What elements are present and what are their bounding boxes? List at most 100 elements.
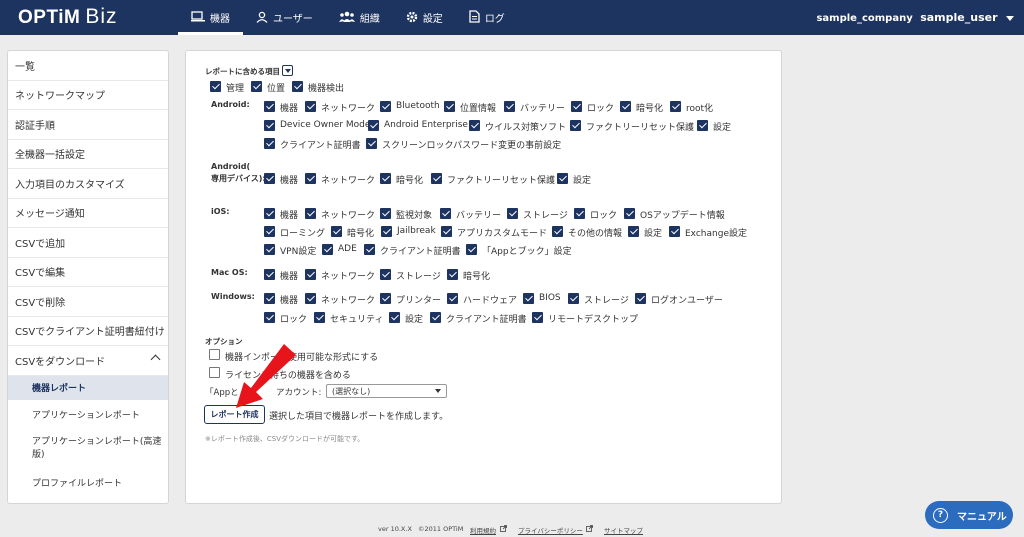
- sidebar-item-message-notify[interactable]: メッセージ通知: [8, 199, 168, 228]
- checkbox-android-network[interactable]: [305, 101, 316, 112]
- section-toggle-dropdown[interactable]: [282, 65, 293, 76]
- nav-settings[interactable]: 設定: [393, 0, 456, 35]
- checkbox-win-storage[interactable]: [568, 293, 579, 304]
- checkbox-ios-network[interactable]: [305, 208, 316, 219]
- label: ファクトリーリセット保護: [586, 123, 695, 133]
- checkbox-ios-apps-books[interactable]: [466, 244, 477, 255]
- checkbox-mac-storage[interactable]: [380, 269, 391, 280]
- checkbox-android-frp[interactable]: [570, 120, 581, 131]
- checkbox-android-location[interactable]: [444, 101, 455, 112]
- label: 監視対象: [396, 211, 433, 221]
- user-menu[interactable]: sample_company sample_user: [816, 11, 1014, 24]
- checkbox-location[interactable]: [251, 81, 262, 92]
- checkbox-android-client-cert[interactable]: [264, 138, 275, 149]
- checkbox-ios-device[interactable]: [264, 208, 275, 219]
- checkbox-ios-battery[interactable]: [440, 208, 451, 219]
- checkbox-android-root[interactable]: [670, 101, 681, 112]
- manual-help-button[interactable]: ? マニュアル: [925, 501, 1013, 529]
- label: root化: [686, 104, 714, 114]
- nav-users[interactable]: ユーザー: [243, 0, 326, 35]
- checkbox-android-device[interactable]: [264, 101, 275, 112]
- sidebar-item-csv-client-cert[interactable]: CSVでクライアント証明書紐付け: [8, 317, 168, 346]
- checkbox-mac-encryption[interactable]: [447, 269, 458, 280]
- checkbox-win-lock[interactable]: [264, 312, 275, 323]
- sidebar-subitem-profile-report[interactable]: プロファイルレポート: [8, 468, 168, 498]
- footer-terms-link[interactable]: 利用規約: [470, 525, 496, 535]
- sidebar-subitem-app-report[interactable]: アプリケーションレポート: [8, 400, 168, 430]
- sidebar-item-customize-fields[interactable]: 入力項目のカスタマイズ: [8, 169, 168, 199]
- checkbox-device-detection[interactable]: [292, 81, 303, 92]
- checkbox-ios-os-update[interactable]: [624, 208, 635, 219]
- label: 機器: [280, 211, 299, 221]
- checkbox-android-bluetooth[interactable]: [380, 101, 391, 112]
- nav-log[interactable]: ログ: [456, 0, 518, 35]
- checkbox-ios-storage[interactable]: [507, 208, 518, 219]
- checkbox-android-encryption[interactable]: [620, 101, 631, 112]
- checkbox-ios-vpn[interactable]: [264, 244, 275, 255]
- checkbox-ios-lock[interactable]: [574, 208, 585, 219]
- checkbox-ios-client-cert[interactable]: [364, 244, 375, 255]
- checkbox-dedicated-device[interactable]: [264, 173, 275, 184]
- checkbox-android-antivirus[interactable]: [469, 120, 480, 131]
- sidebar-item-csv-add[interactable]: CSVで追加: [8, 228, 168, 258]
- checkbox-win-security[interactable]: [314, 312, 325, 323]
- sidebar-subitem-device-report[interactable]: 機器レポート: [8, 375, 168, 400]
- checkbox-include-license-waiting[interactable]: [209, 367, 220, 378]
- checkbox-ios-app-custom-mode[interactable]: [441, 226, 452, 237]
- sidebar-item-list[interactable]: 一覧: [8, 51, 168, 81]
- checkbox-ios-other-info[interactable]: [552, 226, 563, 237]
- sidebar-item-csv-edit[interactable]: CSVで編集: [8, 258, 168, 287]
- label: ウイルス対策ソフト: [485, 123, 567, 133]
- account-select[interactable]: (選択なし): [326, 384, 447, 398]
- checkbox-android-lock[interactable]: [571, 101, 582, 112]
- checkbox-android-enterprise[interactable]: [368, 120, 379, 131]
- checkbox-ios-supervised[interactable]: [380, 208, 391, 219]
- checkbox-win-device[interactable]: [264, 293, 275, 304]
- sidebar-item-bulk-settings[interactable]: 全機器一括設定: [8, 140, 168, 169]
- checkbox-mac-network[interactable]: [305, 269, 316, 280]
- footer-privacy-link[interactable]: プライバシーポリシー: [518, 525, 583, 535]
- checkbox-android-settings[interactable]: [697, 120, 708, 131]
- checkbox-dedicated-network[interactable]: [305, 173, 316, 184]
- logo[interactable]: OPTiM Biz: [18, 5, 118, 29]
- checkbox-win-settings[interactable]: [389, 312, 400, 323]
- caret-down-icon: [435, 389, 441, 393]
- checkbox-win-logon-user[interactable]: [635, 293, 646, 304]
- sidebar-item-network-map[interactable]: ネットワークマップ: [8, 81, 168, 110]
- sidebar-subitem-app-report-fast[interactable]: アプリケーションレポート(高速版): [8, 430, 168, 468]
- checkbox-ios-encryption[interactable]: [331, 226, 342, 237]
- nav-organization[interactable]: 組織: [326, 0, 393, 35]
- checkbox-win-network[interactable]: [305, 293, 316, 304]
- checkbox-ios-exchange[interactable]: [669, 226, 680, 237]
- checkbox-ios-ade[interactable]: [322, 244, 333, 255]
- user-name: sample_user: [920, 11, 998, 24]
- sidebar-item-csv-download[interactable]: CSVをダウンロード: [8, 346, 168, 376]
- caret-down-icon: [1006, 15, 1014, 21]
- checkbox-win-bios[interactable]: [523, 293, 534, 304]
- checkbox-dedicated-settings[interactable]: [557, 173, 568, 184]
- checkbox-ios-settings[interactable]: [628, 226, 639, 237]
- sidebar-item-csv-delete[interactable]: CSVで削除: [8, 287, 168, 317]
- checkbox-win-hardware[interactable]: [447, 293, 458, 304]
- checkbox-android-battery[interactable]: [504, 101, 515, 112]
- footer-copyright: ©2011 OPTiM: [418, 525, 464, 533]
- checkbox-management[interactable]: [210, 81, 221, 92]
- checkbox-win-client-cert[interactable]: [430, 312, 441, 323]
- nav-devices[interactable]: 機器: [178, 0, 243, 35]
- account-label-prefix: 「Appと: [205, 388, 239, 398]
- checkbox-ios-jailbreak[interactable]: [381, 226, 392, 237]
- checkbox-android-device-owner[interactable]: [264, 120, 275, 131]
- footer-sitemap-link[interactable]: サイトマップ: [604, 525, 643, 535]
- label: バッテリー: [520, 104, 566, 114]
- checkbox-dedicated-frp[interactable]: [431, 173, 442, 184]
- checkbox-dedicated-encryption[interactable]: [380, 173, 391, 184]
- checkbox-ios-roaming[interactable]: [264, 226, 275, 237]
- main-nav: 機器 ユーザー 組織 設定 ログ: [178, 0, 518, 35]
- checkbox-win-printer[interactable]: [380, 293, 391, 304]
- checkbox-win-remote-desktop[interactable]: [532, 312, 543, 323]
- checkbox-mac-device[interactable]: [264, 269, 275, 280]
- checkbox-import-format[interactable]: [209, 349, 220, 360]
- sidebar-item-auth-steps[interactable]: 認証手順: [8, 110, 168, 140]
- label: ストレージ: [523, 211, 568, 221]
- checkbox-android-screenlock-pass[interactable]: [366, 138, 377, 149]
